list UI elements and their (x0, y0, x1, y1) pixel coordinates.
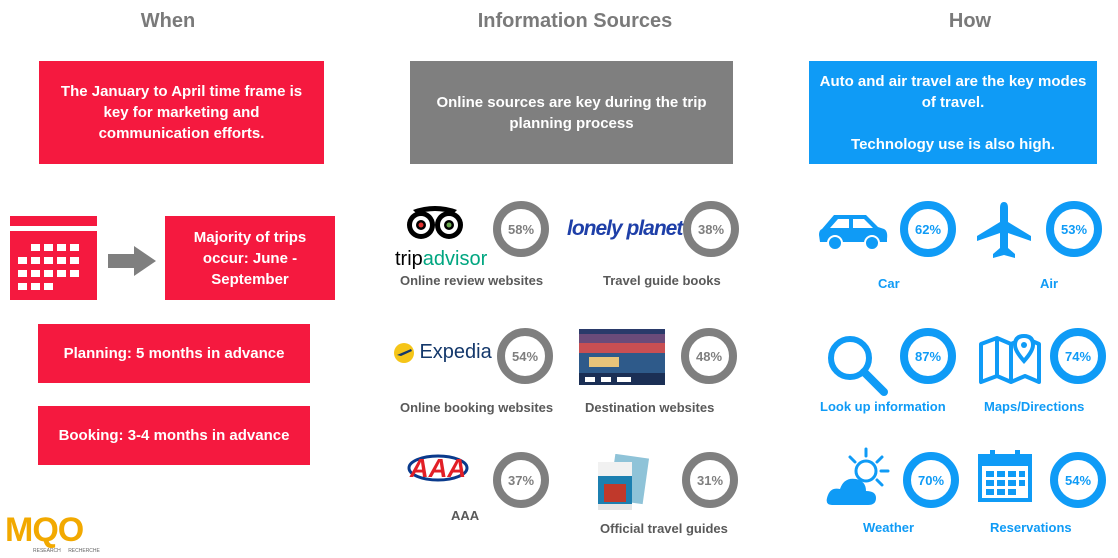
how-heading: How (948, 10, 992, 32)
lonely-planet-pct-ring: 38% (683, 201, 739, 257)
destination-pct-ring: 48% (681, 328, 737, 384)
source-label-booking: Online booking websites (400, 400, 554, 415)
source-label-aaa: AAA (451, 508, 480, 523)
weather-icon (826, 447, 890, 505)
mqo-logo: MQO RESEARCH RECHERCHE (5, 512, 105, 556)
logo-sub-left: RESEARCH (33, 548, 61, 554)
svg-text:AAA: AAA (409, 453, 466, 483)
reservations-calendar-icon (978, 450, 1032, 502)
how-label-lookup: Look up information (820, 399, 946, 414)
destination-website-image (579, 329, 665, 385)
expedia-logo: Expedia (393, 341, 492, 364)
sources-summary-box: Online sources are key during the trip p… (410, 61, 733, 164)
booking-box: Booking: 3-4 months in advance (38, 406, 310, 465)
source-label-official-guides: Official travel guides (600, 521, 728, 536)
planning-box: Planning: 5 months in advance (38, 324, 310, 383)
aaa-logo: AAA (407, 453, 469, 483)
tripadvisor-logo: tripadvisor (395, 206, 487, 269)
maps-pct-ring: 74% (1050, 328, 1106, 384)
how-label-maps: Maps/Directions (984, 399, 1085, 414)
car-icon (819, 215, 888, 251)
when-heading: When (140, 10, 196, 32)
calendar-icon (10, 216, 97, 300)
magnifier-icon (828, 336, 888, 396)
logo-sub-right: RECHERCHE (68, 548, 100, 554)
how-label-reservations: Reservations (990, 520, 1072, 535)
how-label-air: Air (1040, 276, 1059, 291)
how-label-weather: Weather (863, 520, 915, 535)
lonely-planet-logo: lonely planet (567, 217, 683, 240)
car-pct-ring: 62% (900, 201, 956, 257)
travel-guides-image (598, 454, 650, 510)
arrow-right-icon (108, 246, 156, 276)
expedia-plane-icon (394, 342, 414, 363)
owl-icon (407, 206, 463, 239)
source-label-review: Online review websites (400, 273, 544, 288)
how-summary-box: Auto and air travel are the key modes of… (809, 61, 1097, 164)
aaa-pct-ring: 37% (493, 452, 549, 508)
lookup-pct-ring: 87% (900, 328, 956, 384)
travel-guides-pct-ring: 31% (682, 452, 738, 508)
tripadvisor-pct-ring: 58% (493, 201, 549, 257)
source-label-guidebooks: Travel guide books (603, 273, 721, 288)
reservations-pct-ring: 54% (1050, 452, 1106, 508)
sources-heading: Information Sources (477, 10, 673, 32)
map-icon (979, 334, 1041, 384)
mqo-logo-text: MQO (5, 511, 84, 549)
source-label-destination: Destination websites (585, 400, 715, 415)
trips-box: Majority of trips occur: June - Septembe… (165, 216, 335, 300)
airplane-icon (977, 202, 1031, 258)
air-pct-ring: 53% (1046, 201, 1102, 257)
how-label-car: Car (878, 276, 900, 291)
when-summary-box: The January to April time frame is key f… (39, 61, 324, 164)
expedia-pct-ring: 54% (497, 328, 553, 384)
weather-pct-ring: 70% (903, 452, 959, 508)
